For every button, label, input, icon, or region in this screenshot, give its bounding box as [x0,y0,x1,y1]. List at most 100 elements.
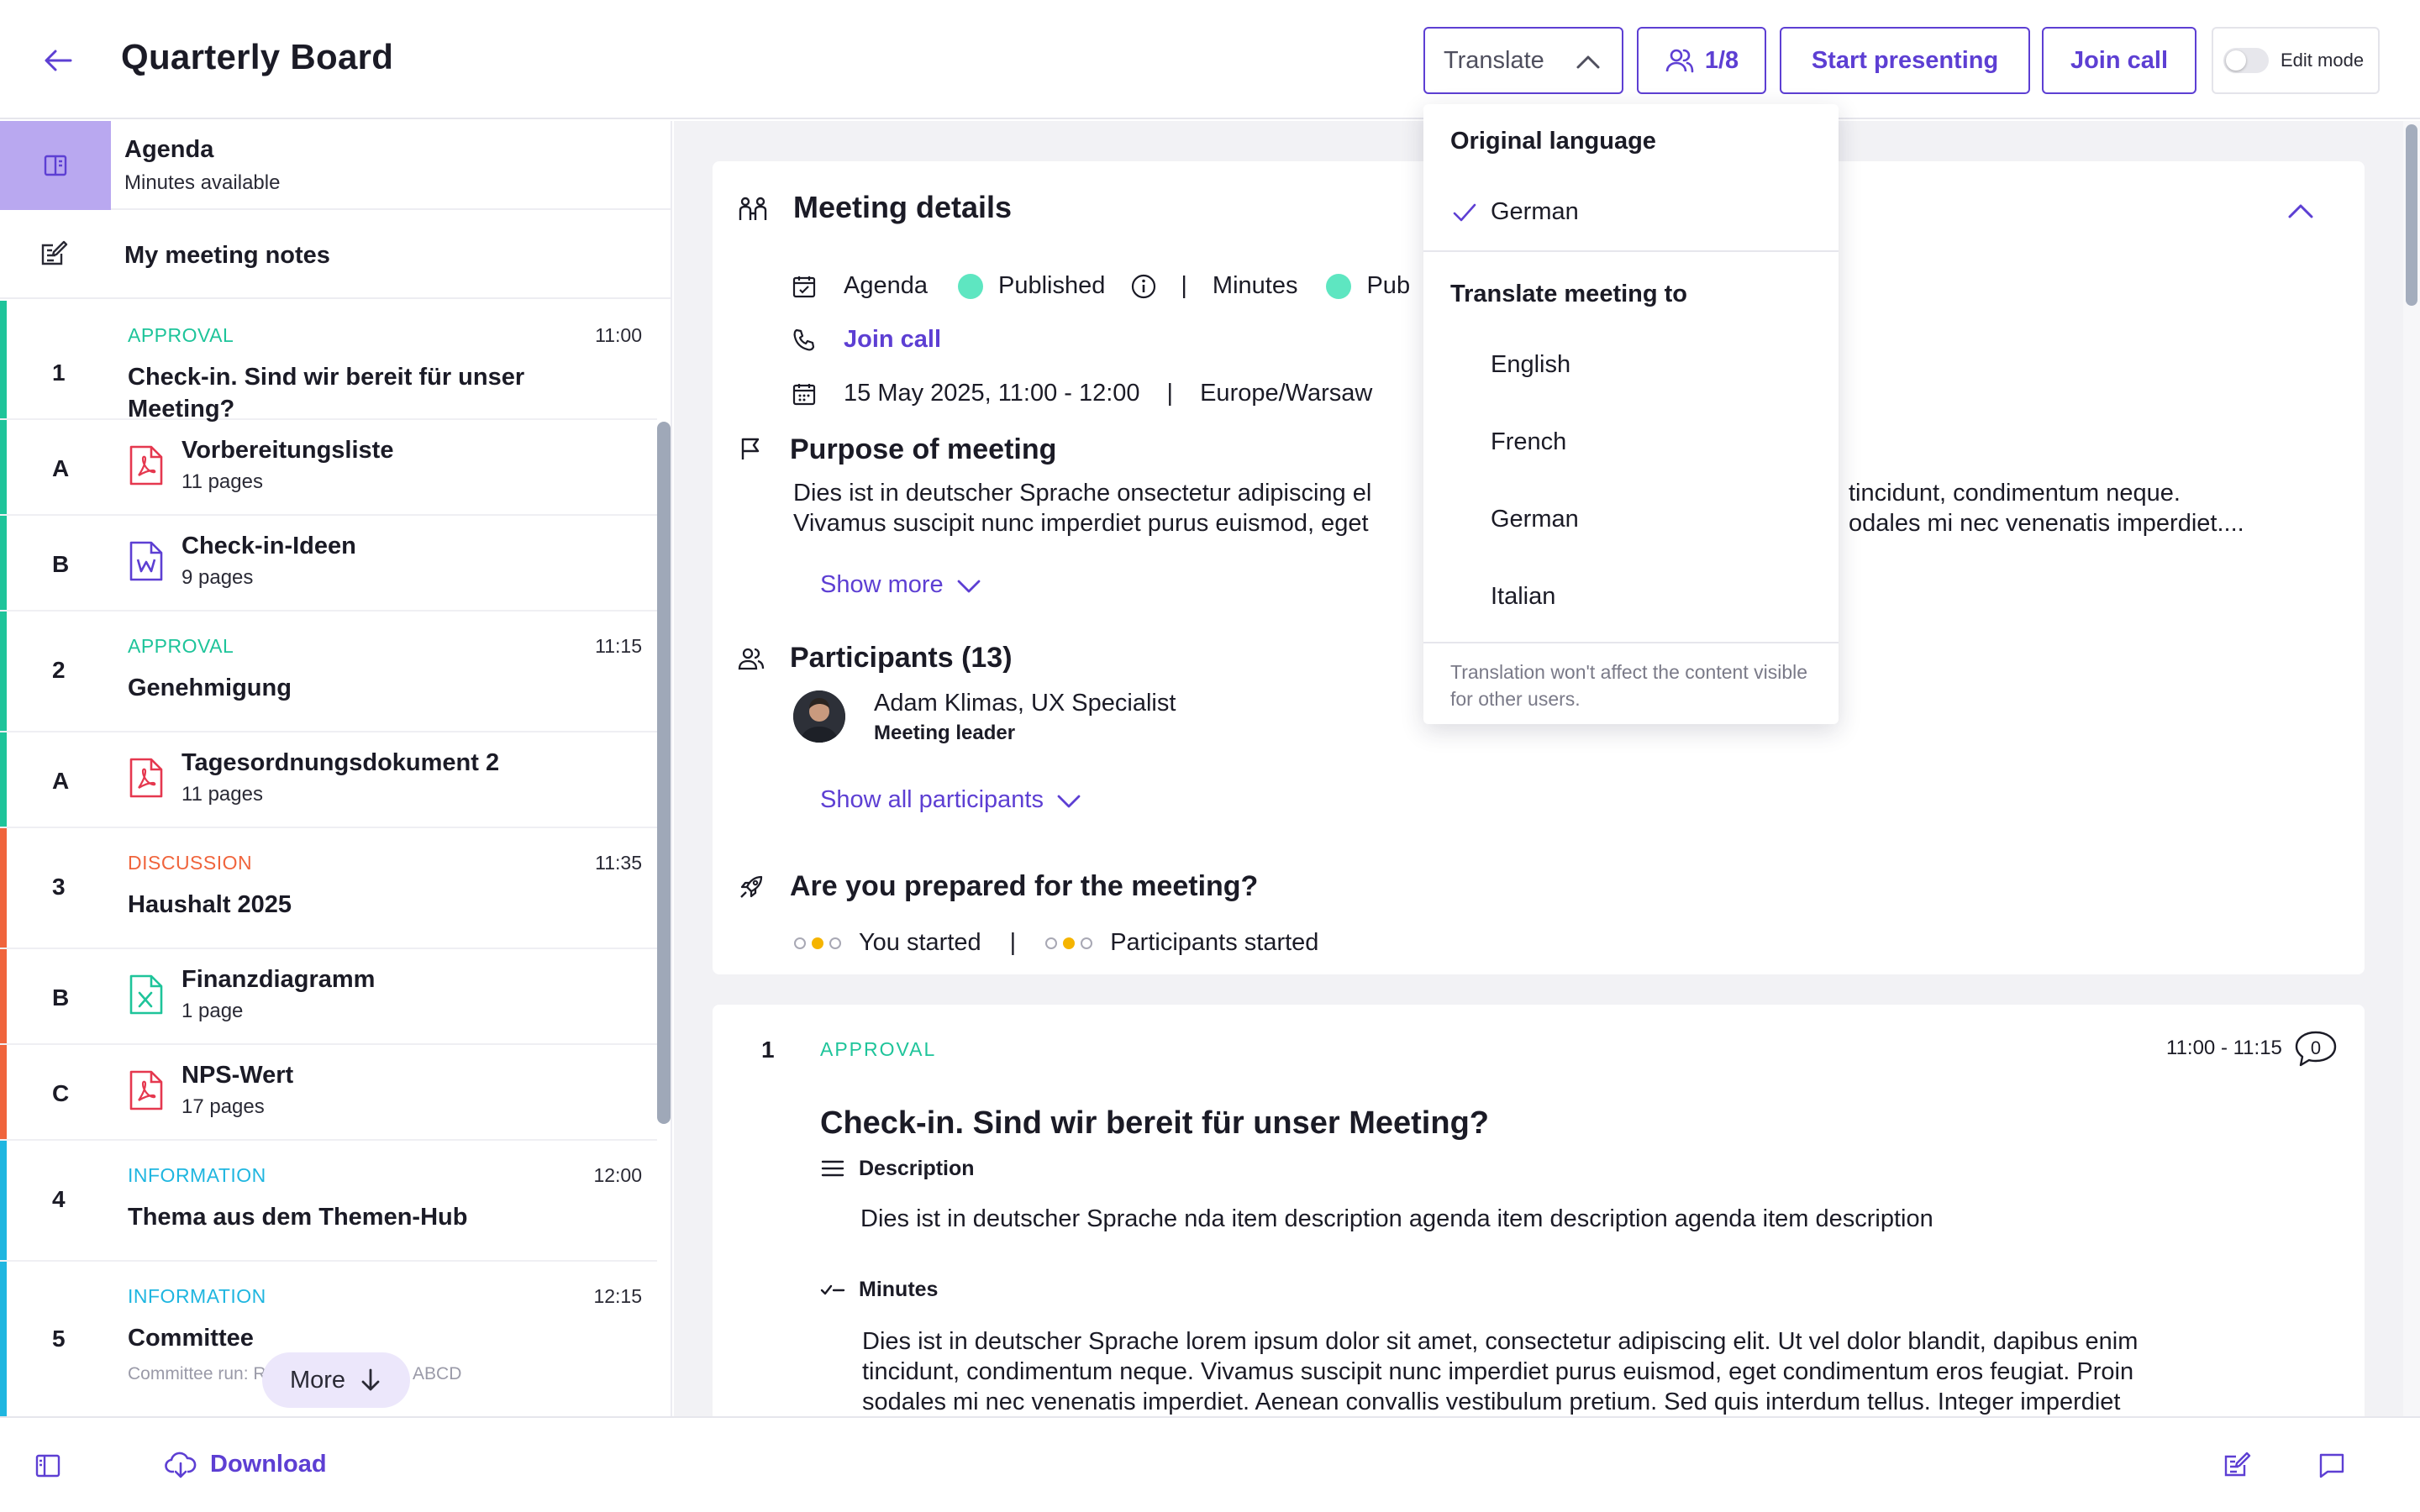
item-title: Committee [128,1325,254,1352]
my-meeting-notes-label: My meeting notes [124,242,330,269]
comments-button[interactable]: 0 [2294,1030,2338,1068]
purpose-title: Purpose of meeting [790,433,1057,465]
leader-name: Adam Klimas, UX Specialist [874,690,1176,717]
avatar[interactable] [793,690,845,743]
pdf-icon [129,1070,163,1110]
join-call-link[interactable]: Join call [844,326,941,354]
item-title: Haushalt 2025 [128,891,292,918]
arrow-down-icon [361,1368,380,1391]
document-name: Check-in-Ideen [182,533,356,559]
original-language-german[interactable]: German [1491,198,1579,226]
agenda-item-title: Check-in. Sind wir bereit für unser Meet… [820,1105,1489,1141]
book-icon [44,155,67,176]
agenda-list: 1 APPROVAL 11:00 Check-in. Sind wir bere… [0,301,657,1416]
agenda-topic[interactable]: 3 DISCUSSION 11:35 Haushalt 2025 [0,828,657,949]
translate-option-english[interactable]: English [1491,351,1570,379]
avatar-photo [793,690,845,743]
top-header: Quarterly Board Translate 1/8 Start pres… [0,0,2420,119]
agenda-icon-box [0,121,111,210]
calendar-icon [792,383,816,405]
start-presenting-button[interactable]: Start presenting [1780,27,2030,94]
show-more-link[interactable]: Show more [820,571,982,599]
check-icon [1453,203,1476,222]
show-all-participants-link[interactable]: Show all participants [820,786,1082,814]
translate-button[interactable]: Translate [1423,27,1623,94]
document-name: NPS-Wert [182,1062,294,1089]
you-started: You started [859,929,981,956]
item-type: DISCUSSION [128,852,253,874]
info-icon[interactable] [1130,273,1157,300]
main-scrollbar[interactable] [2403,121,2420,1416]
document-pages: 1 page [182,1000,244,1022]
agenda-topic[interactable]: 4 INFORMATION 12:00 Thema aus dem Themen… [0,1141,657,1262]
type-color-bar [0,949,7,1043]
document-name: Tagesordnungsdokument 2 [182,749,500,776]
join-call-button[interactable]: Join call [2042,27,2196,94]
chevron-up-icon[interactable] [2286,197,2316,227]
sidebar-scrollbar[interactable] [657,422,671,1124]
datetime-row: 15 May 2025, 11:00 - 12:00 | Europe/Wars… [792,380,1372,407]
agenda-document[interactable]: B Check-in-Ideen 9 pages [0,516,657,612]
sidebar-agenda-header[interactable]: Agenda Minutes available [0,121,671,210]
download-button[interactable]: Download [165,1448,327,1480]
toggle-switch[interactable] [2223,48,2269,73]
participants-title: Participants (13) [790,642,1013,674]
comment-count: 0 [2310,1037,2322,1058]
original-language-heading: Original language [1450,128,1656,155]
item-time: 12:15 [593,1285,642,1307]
item-type: INFORMATION [128,1285,266,1307]
meeting-datetime: 15 May 2025, 11:00 - 12:00 [844,380,1140,407]
item-time: 12:00 [593,1164,642,1186]
type-color-bar [0,1045,7,1139]
translate-option-german[interactable]: German [1491,506,1579,533]
type-color-bar [0,1262,7,1416]
minutes-label: Minutes [859,1277,939,1301]
agenda-document[interactable]: C NPS-Wert 17 pages [0,1045,657,1141]
agenda-status: Published [998,272,1106,299]
item-time: 11:35 [595,852,642,874]
description-heading: Description [820,1156,975,1181]
item-number: 2 [52,657,66,683]
more-button[interactable]: More [262,1352,410,1408]
main-scrollbar-thumb[interactable] [2406,124,2417,306]
chevron-down-icon [957,580,981,592]
join-call-row: Join call [792,326,941,354]
translate-label: Translate [1444,46,1544,74]
agenda-minutes-status-row: Agenda Published | Minutes Pub [792,272,1410,300]
separator: | [1181,272,1187,299]
show-all-label: Show all participants [820,786,1044,813]
my-meeting-notes[interactable]: My meeting notes [0,212,671,299]
back-button[interactable] [42,44,76,77]
purpose-line-1b: tincidunt, condimentum neque. [1849,480,2181,507]
agenda-document[interactable]: A Tagesordnungsdokument 2 11 pages [0,732,657,828]
item-number: A [52,768,70,794]
word-icon [129,541,163,581]
document-pages: 11 pages [182,783,263,806]
translate-option-french[interactable]: French [1491,428,1566,456]
purpose-line-2b: odales mi nec venenatis imperdiet.... [1849,510,2244,537]
pdf-icon [129,758,163,798]
agenda-document[interactable]: A Vorbereitungsliste 11 pages [0,420,657,516]
item-number: B [52,984,70,1011]
agenda-topic[interactable]: 2 APPROVAL 11:15 Genehmigung [0,612,657,732]
chat-icon[interactable] [2317,1452,2346,1480]
agenda-topic[interactable]: 1 APPROVAL 11:00 Check-in. Sind wir bere… [0,301,657,423]
translate-option-italian[interactable]: Italian [1491,583,1555,611]
excel-icon [129,974,163,1015]
agenda-sidebar: Agenda Minutes available My meeting note… [0,121,672,1416]
minutes-heading: Minutes [820,1277,938,1302]
download-label: Download [210,1450,327,1478]
description-text: Dies ist in deutscher Sprache nda item d… [860,1205,1933,1232]
agenda-document[interactable]: B Finanzdiagramm 1 page [0,949,657,1045]
divider [1423,642,1839,643]
panel-icon[interactable] [34,1452,62,1480]
item-number: C [52,1080,70,1106]
bottom-toolbar: Download [0,1416,2420,1512]
users-icon [1665,49,1694,73]
item-number: 4 [52,1186,66,1212]
edit-mode-toggle[interactable]: Edit mode [2212,27,2380,94]
notes-edit-icon[interactable] [2222,1450,2252,1480]
minutes-text-line-2: tincidunt, condimentum neque. Vivamus su… [862,1358,2134,1385]
checklist-icon [820,1284,845,1295]
participants-button[interactable]: 1/8 [1637,27,1766,94]
